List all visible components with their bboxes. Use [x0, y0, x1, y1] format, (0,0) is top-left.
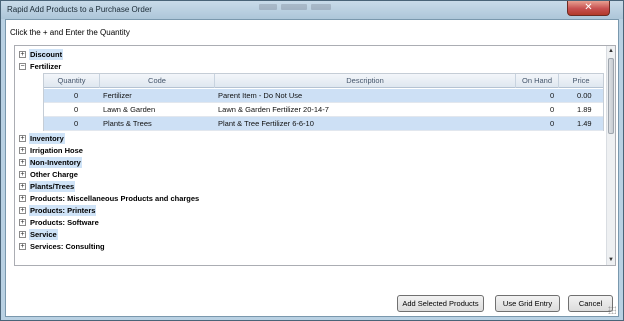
description-cell: Parent Item - Do Not Use [218, 91, 303, 100]
expand-icon[interactable]: + [19, 135, 26, 142]
table-row[interactable]: 0 Lawn & Garden Lawn & Garden Fertilizer… [44, 103, 603, 117]
price-cell: 1.49 [577, 119, 592, 128]
dialog-window: Rapid Add Products to a Purchase Order ✕… [0, 0, 624, 321]
price-cell: 1.89 [577, 105, 592, 114]
on-hand-cell: 0 [550, 105, 555, 114]
column-header-description[interactable]: Description [215, 74, 516, 88]
code-cell: Plants & Trees [103, 119, 152, 128]
vertical-scrollbar[interactable]: ▲ ▼ [606, 46, 615, 265]
expand-icon[interactable]: + [19, 171, 26, 178]
add-selected-products-button[interactable]: Add Selected Products [397, 295, 484, 312]
expand-icon[interactable]: + [19, 183, 26, 190]
tree-node-label[interactable]: Discount [29, 49, 64, 60]
dialog-client-area: Click the + and Enter the Quantity + Dis… [5, 19, 619, 317]
description-cell: Plant & Tree Fertilizer 6-6-10 [218, 119, 314, 128]
tree-node-label[interactable]: Non-Inventory [29, 157, 82, 168]
tree-node-label[interactable]: Services: Consulting [29, 241, 106, 252]
expand-icon[interactable]: + [19, 51, 26, 58]
expand-icon[interactable]: + [19, 231, 26, 238]
description-cell: Lawn & Garden Fertilizer 20-14-7 [218, 105, 329, 114]
code-cell: Lawn & Garden [103, 105, 156, 114]
grid-header: Quantity Code Description On Hand Price [44, 74, 603, 88]
resize-grip-icon[interactable] [608, 306, 616, 314]
expand-icon[interactable]: + [19, 147, 26, 154]
instruction-text: Click the + and Enter the Quantity [10, 28, 130, 37]
tree-node-label[interactable]: Plants/Trees [29, 181, 76, 192]
product-tree[interactable]: + Discount − Fertilizer Quantity Code De… [14, 45, 616, 266]
background-window-ghost [259, 3, 379, 13]
column-header-on-hand[interactable]: On Hand [516, 74, 559, 88]
table-row[interactable]: 0 Plants & Trees Plant & Tree Fertilizer… [44, 117, 603, 131]
scroll-down-icon[interactable]: ▼ [607, 255, 615, 265]
cancel-button[interactable]: Cancel [568, 295, 613, 312]
code-cell: Fertilizer [103, 91, 132, 100]
tree-node-label[interactable]: Fertilizer [29, 61, 62, 72]
on-hand-cell: 0 [550, 119, 555, 128]
tree-node-label[interactable]: Service [29, 229, 58, 240]
close-button[interactable]: ✕ [567, 1, 610, 16]
scroll-up-icon[interactable]: ▲ [607, 46, 615, 56]
scrollbar-thumb[interactable] [608, 58, 614, 134]
window-title: Rapid Add Products to a Purchase Order [7, 5, 152, 14]
on-hand-cell: 0 [550, 91, 555, 100]
column-header-code[interactable]: Code [100, 74, 215, 88]
price-cell: 0.00 [577, 91, 592, 100]
tree-node-label[interactable]: Inventory [29, 133, 65, 144]
column-header-quantity[interactable]: Quantity [44, 74, 100, 88]
tree-node-label[interactable]: Other Charge [29, 169, 79, 180]
use-grid-entry-button[interactable]: Use Grid Entry [495, 295, 560, 312]
table-row[interactable]: 0 Fertilizer Parent Item - Do Not Use 0 … [44, 89, 603, 103]
title-bar[interactable]: Rapid Add Products to a Purchase Order ✕ [1, 1, 623, 19]
tree-node-label[interactable]: Irrigation Hose [29, 145, 84, 156]
expand-icon[interactable]: + [19, 159, 26, 166]
expand-icon[interactable]: + [19, 243, 26, 250]
expand-icon[interactable]: + [19, 195, 26, 202]
tree-node-label[interactable]: Products: Miscellaneous Products and cha… [29, 193, 200, 204]
column-header-price[interactable]: Price [559, 74, 603, 88]
collapse-icon[interactable]: − [19, 63, 26, 70]
quantity-cell[interactable]: 0 [74, 103, 78, 117]
quantity-cell[interactable]: 0 [74, 89, 78, 103]
expand-icon[interactable]: + [19, 219, 26, 226]
tree-node-label[interactable]: Products: Software [29, 217, 100, 228]
tree-node-label[interactable]: Products: Printers [29, 205, 97, 216]
fertilizer-products-grid[interactable]: Quantity Code Description On Hand Price … [43, 73, 604, 131]
quantity-cell[interactable]: 0 [74, 117, 78, 131]
expand-icon[interactable]: + [19, 207, 26, 214]
